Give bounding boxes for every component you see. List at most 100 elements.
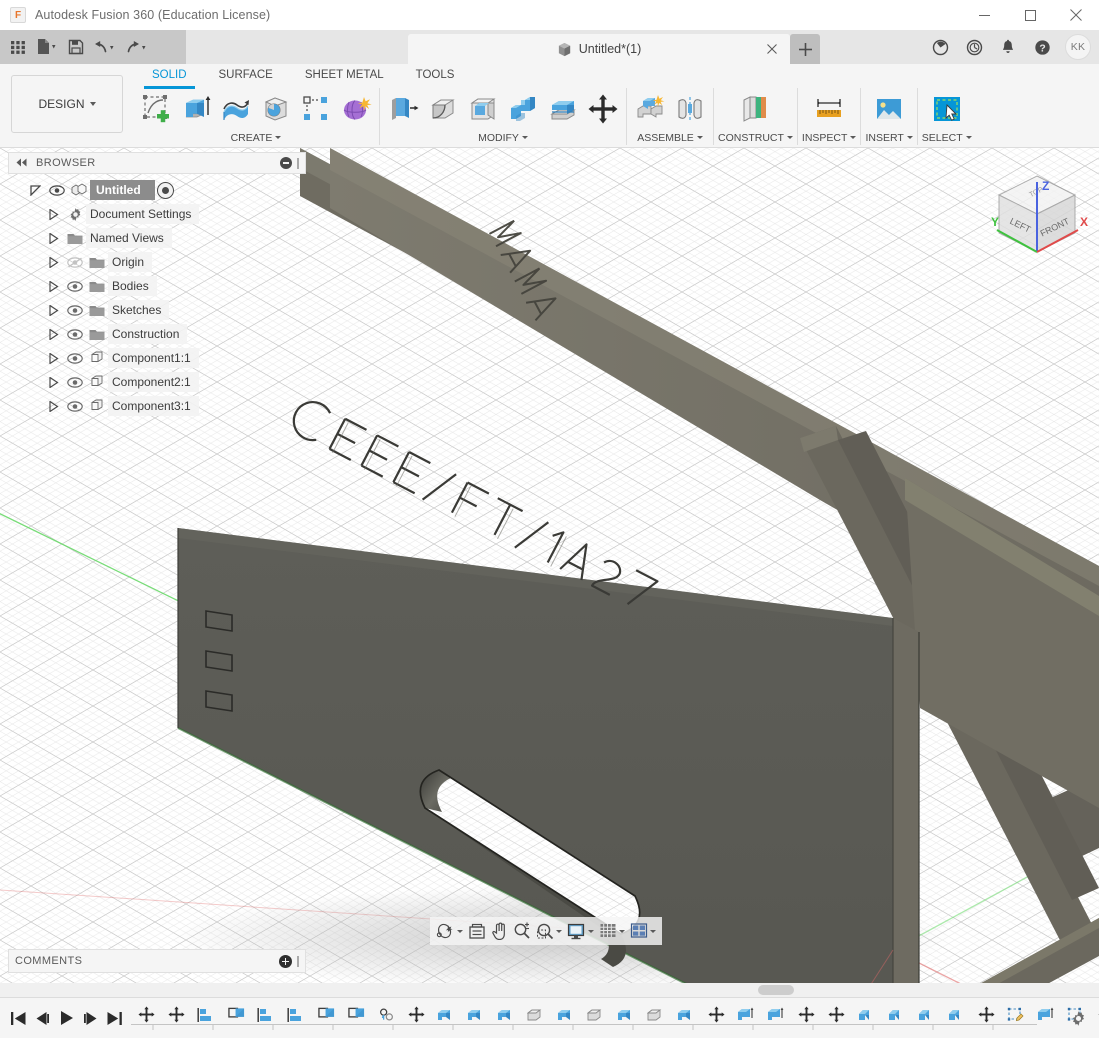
grid-snaps-icon[interactable] — [597, 918, 627, 944]
panel-grip[interactable] — [297, 955, 299, 967]
comments-panel[interactable]: COMMENTS — [8, 949, 306, 973]
new-tab-button[interactable] — [790, 34, 820, 64]
combine-icon[interactable] — [504, 89, 542, 129]
collapse-left-icon[interactable] — [15, 156, 28, 170]
horizontal-scrollbar[interactable] — [0, 983, 1099, 997]
visibility-eye-off-icon[interactable] — [64, 250, 86, 274]
panel-grip[interactable] — [297, 157, 299, 169]
expand-arrow-icon[interactable] — [42, 394, 64, 418]
expand-arrow-icon[interactable] — [42, 202, 64, 226]
visibility-eye-icon[interactable] — [46, 178, 68, 202]
tree-item-named-views[interactable]: Named Views — [42, 226, 306, 250]
play-icon[interactable] — [54, 1004, 78, 1032]
expand-arrow-icon[interactable] — [24, 178, 46, 202]
go-to-beginning-icon[interactable] — [6, 1004, 30, 1032]
save-icon[interactable] — [64, 33, 88, 61]
job-status-icon[interactable] — [957, 30, 991, 64]
display-settings-icon[interactable] — [565, 918, 596, 944]
view-cube[interactable]: LEFT FRONT TOP Z Y X — [979, 162, 1095, 274]
tab-sheet-metal[interactable]: SHEET METAL — [289, 64, 400, 86]
step-back-icon[interactable] — [30, 1004, 54, 1032]
expand-arrow-icon[interactable] — [42, 322, 64, 346]
insert-image-icon[interactable] — [870, 89, 908, 129]
panel-select-label[interactable]: SELECT — [922, 130, 972, 145]
visibility-eye-icon[interactable] — [64, 346, 86, 370]
avatar[interactable]: KK — [1065, 34, 1091, 60]
extensions-icon[interactable] — [923, 30, 957, 64]
tree-item-construction[interactable]: Construction — [42, 322, 306, 346]
new-component-icon[interactable] — [631, 89, 669, 129]
scrollbar-thumb[interactable] — [758, 985, 794, 995]
close-button[interactable] — [1053, 0, 1099, 30]
document-tab[interactable]: Untitled*(1) — [408, 34, 790, 64]
extrude-icon[interactable] — [177, 89, 215, 129]
tree-item-component2[interactable]: Component2:1 — [42, 370, 306, 394]
tree-item-component3[interactable]: Component3:1 — [42, 394, 306, 418]
joint-icon[interactable] — [671, 89, 709, 129]
tree-item-origin[interactable]: Origin — [42, 250, 306, 274]
close-icon[interactable] — [764, 41, 780, 57]
workspace-switcher[interactable]: DESIGN — [11, 75, 123, 133]
tree-item-document-settings[interactable]: Document Settings — [42, 202, 306, 226]
sweep-icon[interactable] — [257, 89, 295, 129]
tree-item-sketches[interactable]: Sketches — [42, 298, 306, 322]
revolve-icon[interactable] — [217, 89, 255, 129]
tree-root-untitled[interactable]: Untitled — [24, 178, 306, 202]
timeline-move-icon[interactable] — [1091, 1001, 1099, 1028]
visibility-eye-icon[interactable] — [64, 298, 86, 322]
move-copy-icon[interactable] — [584, 89, 622, 129]
viewport-canvas[interactable]: BROWSER Untitled Document Settings Named… — [0, 148, 1099, 983]
notifications-icon[interactable] — [991, 30, 1025, 64]
go-to-end-icon[interactable] — [102, 1004, 126, 1032]
visibility-eye-icon[interactable] — [64, 370, 86, 394]
help-icon[interactable]: ? — [1025, 30, 1059, 64]
add-comment-icon[interactable] — [279, 954, 292, 968]
split-face-icon[interactable] — [544, 89, 582, 129]
expand-arrow-icon[interactable] — [42, 298, 64, 322]
panel-modify-label[interactable]: MODIFY — [478, 130, 528, 145]
offset-plane-icon[interactable] — [736, 89, 774, 129]
expand-arrow-icon[interactable] — [42, 274, 64, 298]
minimize-button[interactable] — [961, 0, 1007, 30]
fillet-icon[interactable] — [424, 89, 462, 129]
tab-solid[interactable]: SOLID — [136, 64, 203, 89]
orbit-icon[interactable] — [434, 918, 465, 944]
file-icon[interactable] — [32, 33, 62, 61]
minimize-panel-icon[interactable] — [280, 157, 292, 169]
viewports-icon[interactable] — [628, 918, 658, 944]
panel-construct-label[interactable]: CONSTRUCT — [718, 130, 793, 145]
visibility-eye-icon[interactable] — [64, 322, 86, 346]
shell-icon[interactable] — [464, 89, 502, 129]
panel-insert-label[interactable]: INSERT — [865, 130, 913, 145]
undo-icon[interactable] — [90, 33, 120, 61]
tree-item-bodies[interactable]: Bodies — [42, 274, 306, 298]
redo-icon[interactable] — [122, 33, 152, 61]
panel-inspect-label[interactable]: INSPECT — [802, 130, 857, 145]
tab-tools[interactable]: TOOLS — [400, 64, 471, 86]
expand-arrow-icon[interactable] — [42, 370, 64, 394]
form-icon[interactable] — [337, 89, 375, 129]
step-forward-icon[interactable] — [78, 1004, 102, 1032]
measure-icon[interactable] — [810, 89, 848, 129]
press-pull-icon[interactable] — [384, 89, 422, 129]
panel-create-label[interactable]: CREATE — [231, 130, 282, 145]
timeline-settings-gear-icon[interactable] — [1065, 1005, 1091, 1031]
pattern-icon[interactable] — [297, 89, 335, 129]
activate-component-radio[interactable] — [156, 181, 174, 199]
app-grid-icon[interactable] — [6, 33, 30, 61]
expand-arrow-icon[interactable] — [42, 250, 64, 274]
visibility-eye-icon[interactable] — [64, 274, 86, 298]
tree-item-component1[interactable]: Component1:1 — [42, 346, 306, 370]
maximize-button[interactable] — [1007, 0, 1053, 30]
tab-surface[interactable]: SURFACE — [203, 64, 289, 86]
expand-arrow-icon[interactable] — [42, 346, 64, 370]
visibility-eye-icon[interactable] — [64, 394, 86, 418]
create-sketch-icon[interactable] — [137, 89, 175, 129]
select-icon[interactable] — [928, 89, 966, 129]
pan-icon[interactable] — [489, 918, 510, 944]
zoom-icon[interactable] — [511, 918, 533, 944]
zoom-window-icon[interactable] — [534, 918, 564, 944]
panel-assemble-label[interactable]: ASSEMBLE — [637, 130, 703, 145]
expand-arrow-icon[interactable] — [42, 226, 64, 250]
timeline-track[interactable] — [131, 998, 1099, 1038]
